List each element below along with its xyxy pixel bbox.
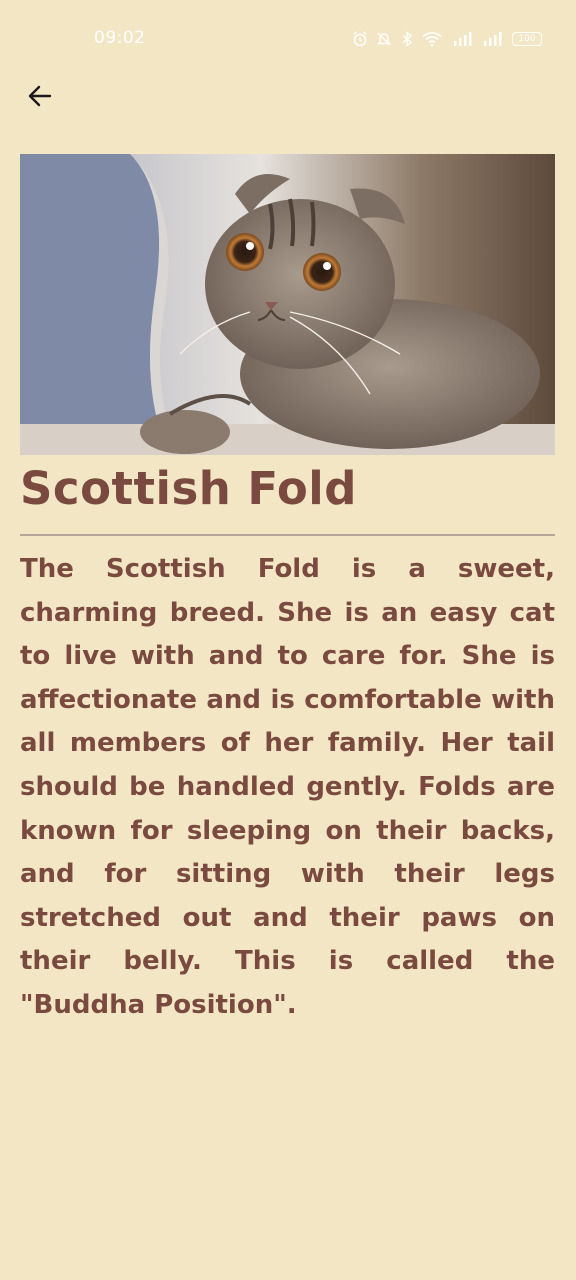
signal-icon-1 bbox=[454, 32, 472, 46]
mute-icon bbox=[376, 32, 392, 46]
signal-icon-2 bbox=[484, 32, 502, 46]
breed-title: Scottish Fold bbox=[20, 462, 357, 515]
cat-photo bbox=[20, 154, 555, 455]
battery-level: 100 bbox=[518, 34, 536, 44]
breed-description: The Scottish Fold is a sweet, charming b… bbox=[20, 554, 555, 1020]
bluetooth-icon bbox=[402, 31, 413, 47]
battery-icon: 100 bbox=[512, 32, 542, 46]
status-bar: 09:02 100 bbox=[0, 0, 576, 78]
wifi-icon bbox=[422, 32, 442, 47]
status-time: 09:02 bbox=[94, 28, 146, 48]
back-button[interactable] bbox=[20, 76, 60, 116]
alarm-icon bbox=[353, 31, 367, 47]
title-divider bbox=[20, 534, 555, 536]
cat-illustration bbox=[20, 154, 555, 455]
status-icons: 100 bbox=[352, 29, 542, 49]
arrow-left-icon bbox=[28, 85, 52, 107]
